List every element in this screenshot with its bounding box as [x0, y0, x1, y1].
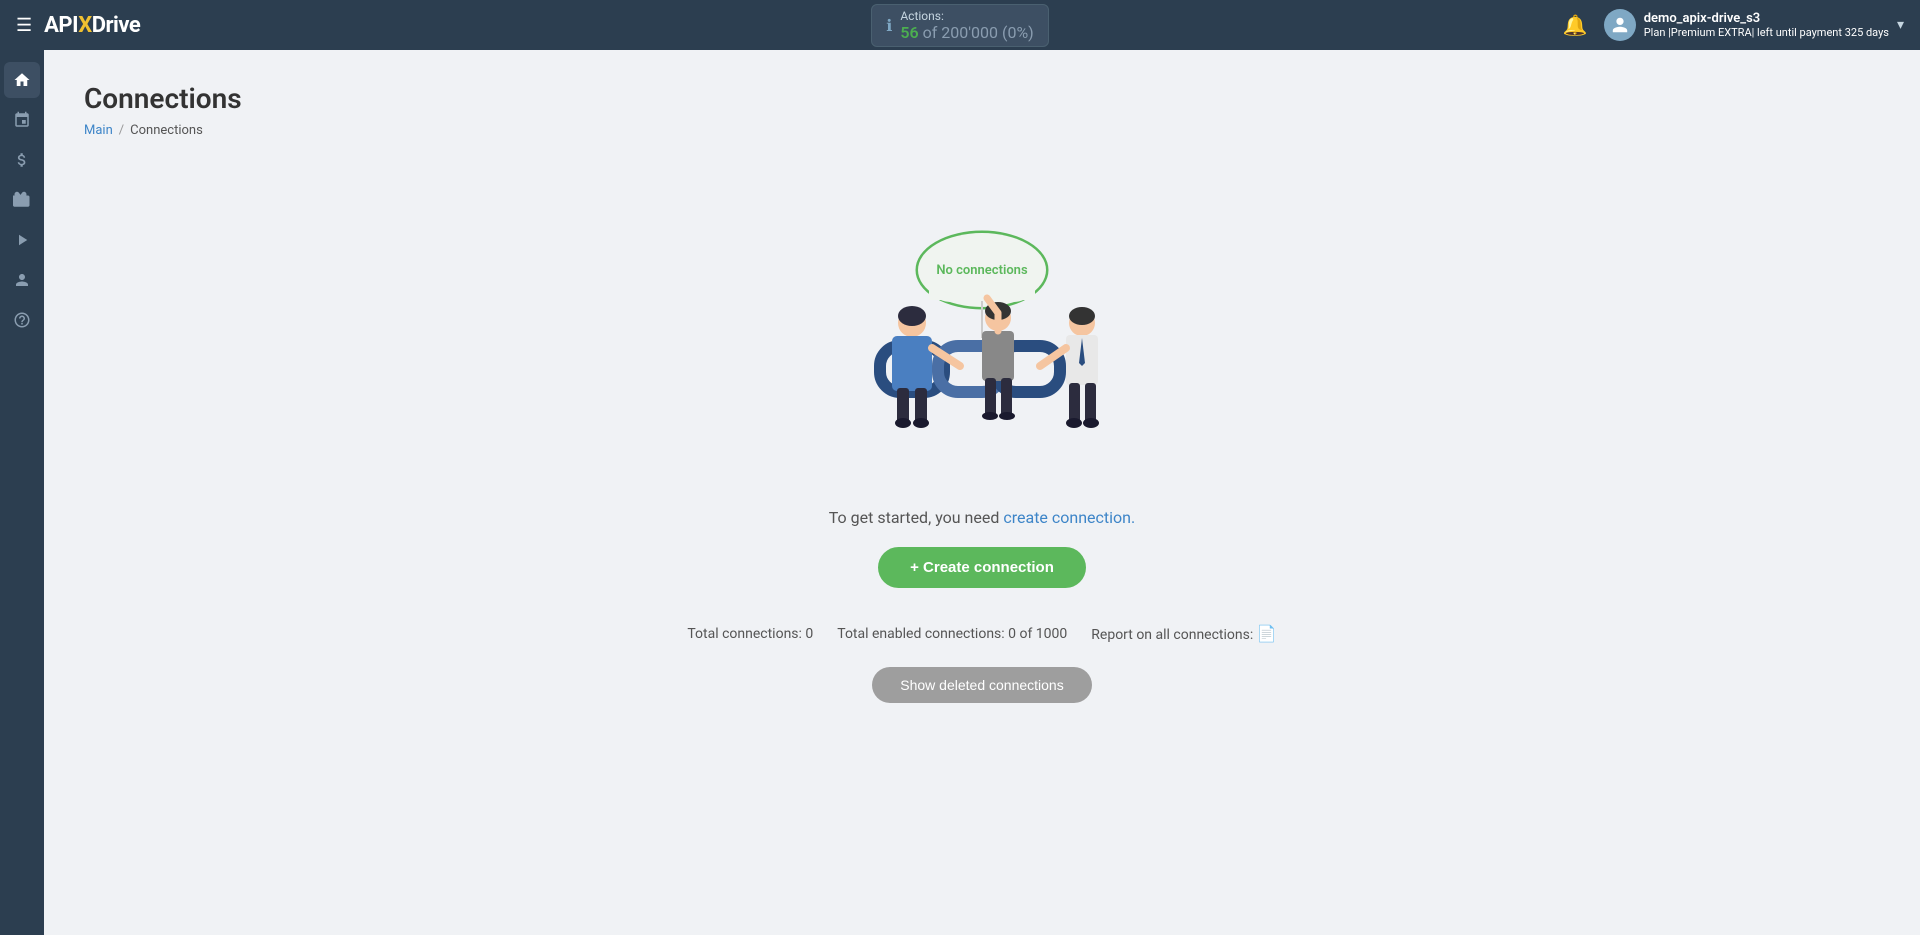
avatar — [1604, 9, 1636, 41]
info-icon: ℹ — [886, 16, 892, 35]
cta-text: To get started, you need create connecti… — [829, 508, 1135, 527]
user-plan: Plan |Premium EXTRA| left until payment … — [1644, 26, 1889, 39]
total-enabled-connections: Total enabled connections: 0 of 1000 — [837, 626, 1067, 642]
sidebar-item-billing[interactable] — [4, 142, 40, 178]
stats-row: Total connections: 0 Total enabled conne… — [687, 624, 1276, 643]
hamburger-menu[interactable]: ☰ — [16, 15, 32, 36]
actions-text: Actions: 56 of 200'000 (0%) — [900, 9, 1033, 42]
breadcrumb-current: Connections — [130, 123, 203, 138]
user-name: demo_apix-drive_s3 — [1644, 11, 1889, 26]
sidebar-item-profile[interactable] — [4, 262, 40, 298]
bell-icon[interactable]: 🔔 — [1563, 13, 1588, 37]
breadcrumb-main[interactable]: Main — [84, 123, 113, 138]
breadcrumb-sep: / — [119, 123, 124, 138]
svg-text:No connections: No connections — [936, 263, 1028, 278]
report-label: Report on all connections: 📄 — [1091, 624, 1276, 643]
actions-value: 56 of 200'000 (0%) — [900, 23, 1033, 42]
logo: APIXDrive — [44, 13, 140, 38]
main-content: Connections Main / Connections — [44, 50, 1920, 935]
actions-badge[interactable]: ℹ Actions: 56 of 200'000 (0%) — [871, 4, 1048, 47]
actions-label: Actions: — [900, 9, 1033, 23]
page-title: Connections — [84, 82, 1880, 115]
report-icon[interactable]: 📄 — [1257, 624, 1277, 643]
total-connections: Total connections: 0 — [687, 626, 813, 642]
user-section[interactable]: demo_apix-drive_s3 Plan |Premium EXTRA| … — [1604, 9, 1904, 41]
sidebar-item-tasks[interactable] — [4, 182, 40, 218]
sidebar-item-home[interactable] — [4, 62, 40, 98]
sidebar-item-help[interactable] — [4, 302, 40, 338]
chevron-down-icon: ▾ — [1897, 17, 1904, 33]
sidebar-item-video[interactable] — [4, 222, 40, 258]
illustration: No connections — [812, 218, 1152, 478]
sidebar — [0, 50, 44, 935]
empty-state: No connections — [84, 178, 1880, 743]
breadcrumb: Main / Connections — [84, 123, 1880, 138]
create-connection-button[interactable]: + Create connection — [878, 547, 1086, 588]
sidebar-item-connections[interactable] — [4, 102, 40, 138]
illustration-svg: No connections — [812, 218, 1152, 478]
actions-count: 56 — [900, 23, 918, 42]
actions-limit: of 200'000 (0%) — [923, 23, 1034, 42]
user-info: demo_apix-drive_s3 Plan |Premium EXTRA| … — [1644, 11, 1889, 39]
cta-link[interactable]: create connection. — [1003, 508, 1135, 527]
cta-prefix: To get started, you need — [829, 508, 1004, 527]
show-deleted-connections-button[interactable]: Show deleted connections — [872, 667, 1091, 703]
